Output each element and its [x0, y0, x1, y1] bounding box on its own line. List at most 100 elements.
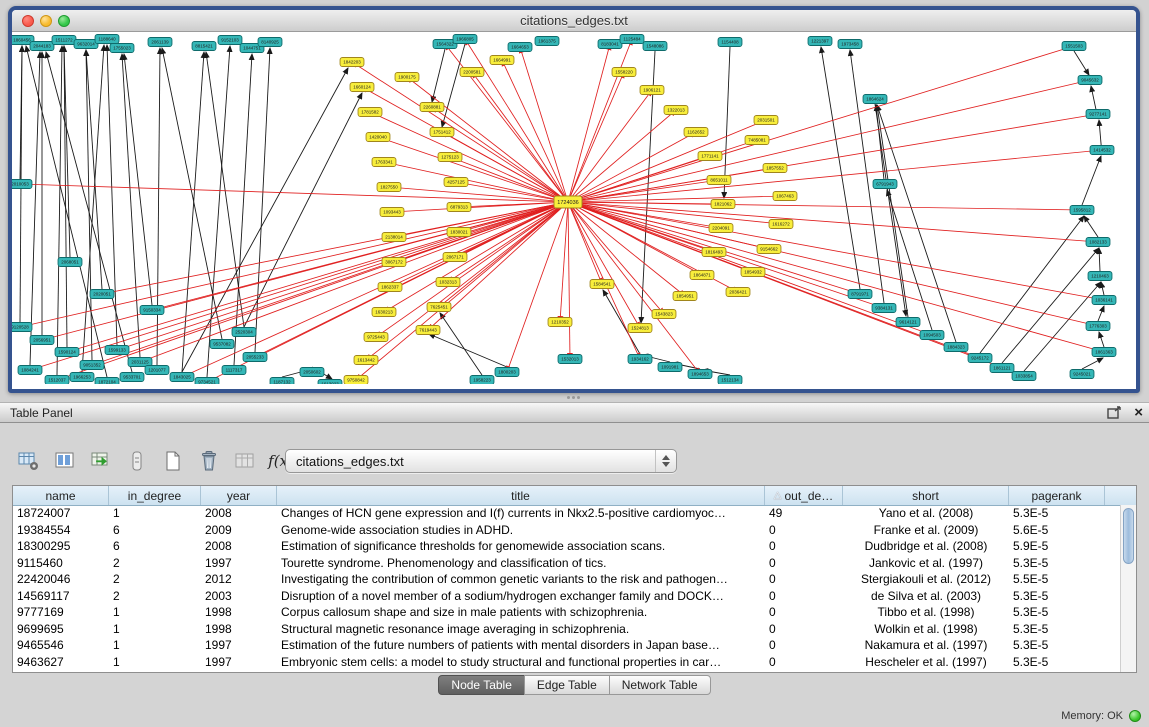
graph-node[interactable]: 1664991 — [490, 56, 514, 65]
network-canvas[interactable]: 1860456204418315112729632014118864017550… — [12, 32, 1136, 384]
table-cell-title[interactable]: Changes of HCN gene expression and I(f) … — [277, 506, 765, 520]
graph-node[interactable]: 1599133 — [105, 346, 129, 355]
table-cell-pagerank[interactable]: 5.3E-5 — [1009, 622, 1105, 636]
table-cell-short[interactable]: Hescheler et al. (1997) — [843, 655, 1009, 669]
graph-node[interactable]: 1664653 — [508, 43, 532, 52]
table-options-button[interactable] — [14, 446, 44, 476]
graph-node[interactable]: 1162652 — [684, 128, 708, 137]
table-cell-title[interactable]: Corpus callosum shape and size in male p… — [277, 605, 765, 619]
table-cell-in-degree[interactable]: 1 — [109, 605, 201, 619]
graph-node[interactable]: 9051352 — [80, 361, 104, 370]
graph-node[interactable]: 1894653 — [688, 370, 712, 379]
new-table-button[interactable] — [158, 446, 188, 476]
graph-node[interactable]: 1275123 — [438, 153, 462, 162]
graph-node[interactable]: 2260881 — [420, 103, 444, 112]
graph-node[interactable]: 1543823 — [652, 310, 676, 319]
graph-node[interactable]: 2055233 — [243, 353, 267, 362]
table-cell-short[interactable]: Stergiakouli et al. (2012) — [843, 572, 1009, 586]
table-cell-title[interactable]: Estimation of significance thresholds fo… — [277, 539, 765, 553]
table-cell-pagerank[interactable]: 5.6E-5 — [1009, 523, 1105, 537]
graph-node[interactable]: 1067463 — [773, 192, 797, 201]
graph-node[interactable]: 1854951 — [673, 292, 697, 301]
scrollbar-thumb[interactable] — [1123, 508, 1134, 564]
graph-node[interactable]: 1511272 — [52, 36, 76, 45]
graph-node[interactable]: 9277141 — [1086, 110, 1110, 119]
table-selector-dropdown[interactable]: citations_edges.txt — [285, 449, 677, 473]
graph-node[interactable]: 9245021 — [1070, 370, 1094, 379]
graph-node[interactable]: 1906121 — [640, 86, 664, 95]
table-row[interactable]: 969969511998Structural magnetic resonanc… — [13, 621, 1121, 638]
close-panel-button[interactable]: × — [1134, 405, 1143, 421]
table-cell-year[interactable]: 1997 — [201, 638, 277, 652]
table-cell-short[interactable]: de Silva et al. (2003) — [843, 589, 1009, 603]
graph-node[interactable]: 1210463 — [1088, 272, 1112, 281]
table-cell-title[interactable]: Disruption of a novel member of a sodium… — [277, 589, 765, 603]
table-cell-in-degree[interactable]: 2 — [109, 556, 201, 570]
graph-node[interactable]: 2204091 — [709, 224, 733, 233]
graph-node[interactable]: 2056951 — [30, 336, 54, 345]
graph-node[interactable]: 9533701 — [120, 373, 144, 382]
table-cell-title[interactable]: Structural magnetic resonance image aver… — [277, 622, 765, 636]
window-close-button[interactable] — [22, 15, 34, 27]
graph-node[interactable]: 1512134 — [718, 376, 742, 385]
table-cell-name[interactable]: 14569117 — [13, 589, 109, 603]
table-cell-short[interactable]: Jankovic et al. (1997) — [843, 556, 1009, 570]
graph-node[interactable]: 2061139 — [148, 38, 172, 47]
graph-node[interactable]: 1966253 — [70, 373, 94, 382]
graph-node[interactable]: 1862337 — [378, 283, 402, 292]
table-cell-year[interactable]: 2012 — [201, 572, 277, 586]
graph-node[interactable]: 1036141 — [1092, 296, 1116, 305]
graph-node[interactable]: 1843025 — [170, 373, 194, 382]
graph-node[interactable]: 9152103 — [218, 36, 242, 45]
table-cell-name[interactable]: 19384554 — [13, 523, 109, 537]
graph-node[interactable]: 1548086 — [643, 42, 667, 51]
table-cell-short[interactable]: Nakamura et al. (1997) — [843, 638, 1009, 652]
graph-node[interactable]: 1584541 — [590, 280, 614, 289]
import-table-button[interactable] — [86, 446, 116, 476]
table-cell-year[interactable]: 1997 — [201, 655, 277, 669]
graph-node[interactable]: 9154662 — [757, 245, 781, 254]
table-cell-title[interactable]: Embryonic stem cells: a model to study s… — [277, 655, 765, 669]
table-cell-pagerank[interactable]: 5.3E-5 — [1009, 638, 1105, 652]
table-cell-title[interactable]: Estimation of the future numbers of pati… — [277, 638, 765, 652]
graph-node[interactable]: 1781582 — [358, 108, 382, 117]
table-cell-year[interactable]: 2003 — [201, 589, 277, 603]
table-cell-name[interactable]: 9115460 — [13, 556, 109, 570]
delete-table-button[interactable] — [194, 446, 224, 476]
table-row[interactable]: 911546021997Tourette syndrome. Phenomeno… — [13, 555, 1121, 572]
table-cell-name[interactable]: 18724007 — [13, 506, 109, 520]
table-cell-short[interactable]: Tibbo et al. (1998) — [843, 605, 1009, 619]
graph-node[interactable]: 1660124 — [350, 83, 374, 92]
graph-node[interactable]: 1755023 — [110, 44, 134, 53]
graph-node[interactable]: 1532013 — [558, 355, 582, 364]
table-cell-in-degree[interactable]: 1 — [109, 506, 201, 520]
graph-node[interactable]: 9725443 — [364, 333, 388, 342]
table-row[interactable]: 1938455462009Genome-wide association stu… — [13, 522, 1121, 539]
graph-node[interactable]: 1322013 — [664, 106, 688, 115]
graph-node[interactable]: 1630213 — [372, 308, 396, 317]
graph-node[interactable]: 1861121 — [990, 364, 1014, 373]
table-row[interactable]: 1872400712008Changes of HCN gene express… — [13, 505, 1121, 522]
table-cell-in-degree[interactable]: 2 — [109, 572, 201, 586]
graph-node[interactable]: 1094503 — [920, 331, 944, 340]
graph-node[interactable]: 1821062 — [711, 200, 735, 209]
table-cell-name[interactable]: 9777169 — [13, 605, 109, 619]
table-row[interactable]: 946362711997Embryonic stem cells: a mode… — [13, 654, 1121, 671]
table-cell-year[interactable]: 1998 — [201, 622, 277, 636]
graph-node[interactable]: 1934162 — [628, 355, 652, 364]
graph-node[interactable]: 8651011 — [707, 176, 731, 185]
graph-node[interactable]: 1816493 — [702, 248, 726, 257]
graph-node[interactable]: 1125484 — [620, 35, 644, 44]
graph-node[interactable]: 1830021 — [447, 228, 471, 237]
graph-node[interactable]: 9120528 — [12, 323, 32, 332]
window-zoom-button[interactable] — [58, 15, 70, 27]
table-row[interactable]: 946554611997Estimation of the future num… — [13, 637, 1121, 654]
graph-node[interactable]: 1154408 — [718, 38, 742, 47]
table-cell-title[interactable]: Tourette syndrome. Phenomenology and cla… — [277, 556, 765, 570]
graph-node[interactable]: 1084241 — [18, 366, 42, 375]
graph-node[interactable]: 1210352 — [548, 318, 572, 327]
table-cell-in-degree[interactable]: 1 — [109, 638, 201, 652]
table-row[interactable]: 1830029562008Estimation of significance … — [13, 538, 1121, 555]
row-height-button[interactable] — [122, 446, 152, 476]
graph-node[interactable]: 2020051 — [90, 290, 114, 299]
